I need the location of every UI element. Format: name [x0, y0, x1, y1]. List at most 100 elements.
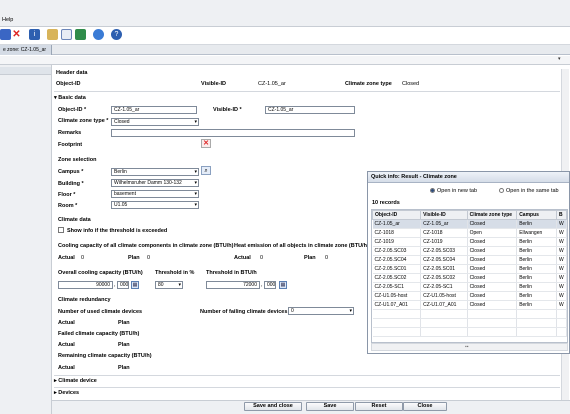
table-cell: W — [556, 237, 567, 247]
table-row[interactable]: CZ-2.05.SC01 CZ-2.05.SC01 Closed Berlin W — [372, 264, 567, 274]
climate-type-label: Climate zone type * — [58, 118, 109, 124]
devices-section-toggle[interactable]: ▸ Devices — [54, 390, 79, 396]
table-header-row: Object-ID Visible-ID Climate zone type Camp… — [372, 210, 567, 220]
table-cell — [516, 309, 557, 319]
table-cell — [467, 327, 518, 337]
table-cell — [372, 327, 422, 337]
table-cell — [420, 309, 468, 319]
share-icon[interactable] — [75, 29, 86, 40]
divider — [54, 387, 560, 388]
cooling-plan-value: 0 — [147, 255, 151, 261]
table-cell: Ellwangen — [516, 228, 557, 238]
calculator-icon[interactable]: ▦ — [279, 281, 287, 289]
room-select[interactable]: U1.05 ▾ — [111, 201, 199, 209]
horizontal-scrollbar[interactable]: ▪▪ — [371, 343, 568, 351]
results-table: Object-ID Visible-ID Climate zone type Camp… — [372, 210, 567, 337]
header-visible-id-label: Visible-ID — [201, 81, 226, 87]
table-cell: Closed — [467, 291, 518, 301]
quick-info-panel: Quick info: Result - Climate zone Open i… — [367, 171, 570, 354]
decimal-separator: , — [261, 282, 263, 288]
table-cell: Closed — [467, 219, 518, 229]
floor-select[interactable]: basement ▾ — [111, 190, 199, 198]
overall-cooling-input[interactable]: 90000 — [58, 281, 113, 289]
threshold-btu-input[interactable]: 72000 — [206, 281, 260, 289]
table-cell: Open — [467, 228, 518, 238]
divider — [54, 91, 560, 92]
show-info-checkbox[interactable] — [58, 227, 64, 233]
table-row[interactable]: CZ-U1.07_A01 CZ-U1.07_A01 Closed Berlin W — [372, 300, 567, 310]
table-row[interactable]: CZ-2.05.SC03 CZ-2.05.SC03 Closed Berlin W — [372, 246, 567, 256]
table-cell: Closed — [467, 246, 518, 256]
column-header[interactable]: Campus — [516, 210, 557, 220]
chevron-down-icon[interactable]: ▾ — [558, 56, 566, 62]
table-row[interactable]: CZ-2.05-SC1 CZ-2.05-SC1 Closed Berlin W — [372, 282, 567, 292]
delete-icon[interactable]: ✕ — [11, 29, 22, 40]
visible-id-input[interactable]: CZ-1.05_ar — [265, 106, 355, 114]
save-and-close-button[interactable]: Save and close — [244, 402, 302, 411]
menu-help[interactable]: Help — [2, 17, 13, 23]
remaining-actual-label: Actual — [58, 365, 75, 371]
threshold-pct-input[interactable]: 80 ▾ — [155, 281, 183, 289]
floor-label: Floor * — [58, 192, 76, 198]
calculator-icon[interactable]: ▦ — [131, 281, 139, 289]
table-cell — [516, 318, 557, 328]
overall-cooling-decimals[interactable]: 000 — [117, 281, 129, 289]
table-row[interactable]: CZ-2.05.SC02 CZ-2.05.SC02 Closed Berlin W — [372, 273, 567, 283]
table-cell: W — [556, 291, 567, 301]
refresh-icon[interactable] — [93, 29, 104, 40]
tab-climate-zone[interactable]: e zone: CZ-1.05_ar — [0, 45, 52, 55]
open-same-tab-option[interactable]: Open in the same tab — [499, 188, 559, 194]
column-header[interactable]: B — [556, 210, 567, 220]
table-cell: CZ-U1.07_A01 — [372, 300, 422, 310]
reset-button[interactable]: Reset — [355, 402, 403, 411]
table-cell — [372, 309, 422, 319]
table-row[interactable]: CZ-1.05_ar CZ-1.05_ar Closed Berlin W — [372, 219, 567, 229]
delete-footprint-icon[interactable]: ✕ — [201, 139, 211, 148]
threshold-pct-label: Threshold in % — [155, 270, 195, 276]
floor-value: basement — [114, 191, 136, 197]
table-row[interactable]: CZ-1018 CZ-1018 Open Ellwangen W — [372, 228, 567, 238]
column-header[interactable]: Visible-ID — [420, 210, 468, 220]
help-icon[interactable]: ? — [111, 29, 122, 40]
toolbar: ✕ i ? — [0, 27, 570, 45]
room-label: Room * — [58, 203, 78, 209]
table-row[interactable]: CZ-U1.05-host CZ-U1.05-host Closed Berlin W — [372, 291, 567, 301]
table-cell — [420, 318, 468, 328]
left-panel-item[interactable] — [0, 67, 51, 75]
chevron-down-icon: ▾ — [194, 119, 197, 125]
empty-row — [372, 327, 567, 337]
failing-devices-select[interactable]: 0 ▾ — [288, 307, 354, 315]
scroll-grip-icon: ▪▪ — [465, 344, 469, 350]
save-button[interactable]: Save — [306, 402, 354, 411]
chevron-down-icon: ▾ — [194, 191, 197, 197]
save-icon[interactable] — [0, 29, 11, 40]
devices-title: Devices — [58, 390, 80, 396]
open-new-tab-label: Open in new tab — [437, 188, 478, 194]
column-header[interactable]: Climate zone type — [466, 210, 518, 220]
search-icon[interactable]: ⌕ — [201, 166, 211, 175]
close-button[interactable]: Close — [403, 402, 447, 411]
edit-document-icon[interactable] — [61, 29, 72, 40]
column-header[interactable]: Object-ID — [372, 210, 422, 220]
redundancy-section-title: Climate redundancy — [58, 297, 111, 303]
table-row[interactable]: CZ-1019 CZ-1019 Closed Berlin W — [372, 237, 567, 247]
table-cell: Berlin — [516, 255, 557, 265]
open-new-tab-option[interactable]: Open in new tab — [430, 188, 477, 194]
table-cell: W — [556, 219, 567, 229]
table-cell: CZ-1019 — [420, 237, 468, 247]
threshold-btu-label: Threshold in BTU/h — [206, 270, 257, 276]
broom-icon[interactable] — [47, 29, 58, 40]
remarks-input[interactable] — [111, 129, 355, 137]
climate-device-section-toggle[interactable]: ▸ Climate device — [54, 378, 97, 384]
basic-section-toggle[interactable]: ▾ Basic data — [54, 95, 86, 101]
threshold-btu-decimals[interactable]: 000 — [264, 281, 276, 289]
building-select[interactable]: Wilhelmsruher Damm 130-132 ▾ — [111, 179, 199, 187]
table-cell: CZ-1.05_ar — [372, 219, 422, 229]
object-id-input[interactable]: CZ-1.05_ar — [111, 106, 197, 114]
info-icon[interactable]: i — [29, 29, 40, 40]
table-row[interactable]: CZ-2.05.SC04 CZ-2.05.SC04 Closed Berlin W — [372, 255, 567, 265]
climate-type-select[interactable]: Closed ▾ — [111, 118, 199, 126]
table-cell: Berlin — [516, 246, 557, 256]
campus-select[interactable]: Berlin ▾ — [111, 168, 199, 176]
table-cell: CZ-1018 — [372, 228, 422, 238]
